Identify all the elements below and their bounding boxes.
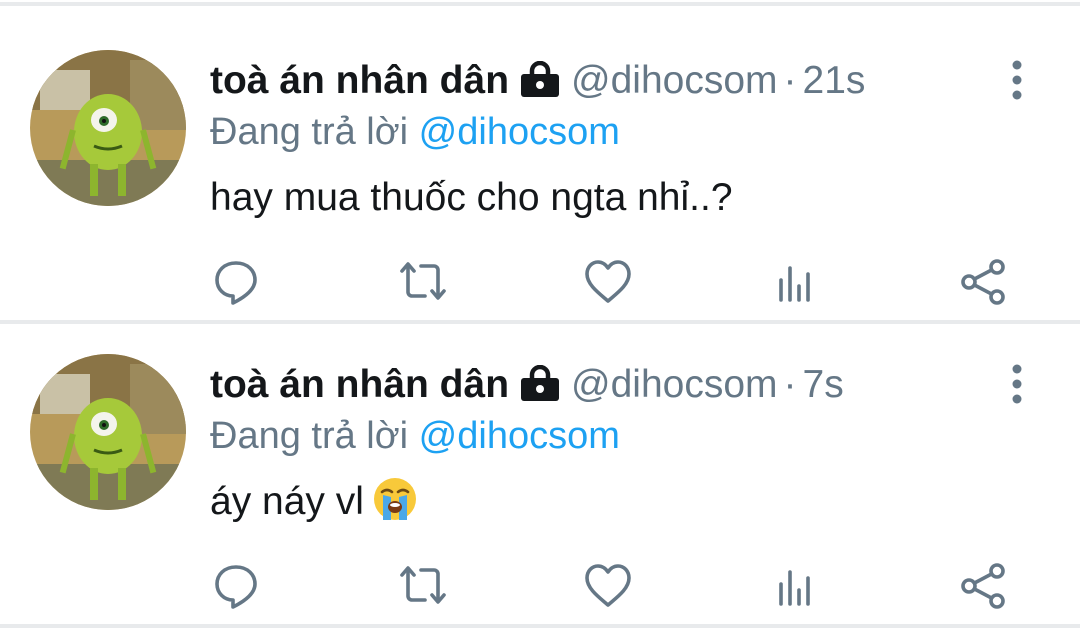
action-bar: [0, 558, 1080, 614]
lock-icon: [519, 60, 561, 110]
tweet-header: toà án nhân dân @dihocsom · 21s: [210, 56, 865, 106]
loudly-crying-face-emoji: [372, 476, 418, 536]
more-vertical-icon[interactable]: [1000, 58, 1034, 102]
reply-context: Đang trả lời @dihocsom: [210, 108, 620, 156]
tweet-text-container: áy náy vl: [210, 476, 418, 528]
reply-icon[interactable]: [208, 254, 264, 310]
heart-icon[interactable]: [580, 254, 636, 310]
more-vertical-icon[interactable]: [1000, 362, 1034, 406]
separator-dot: ·: [783, 363, 797, 406]
avatar[interactable]: [30, 50, 186, 206]
bottom-divider: [0, 624, 1080, 628]
tweet-2[interactable]: toà án nhân dân @dihocsom · 7s Đang trả lời…: [0, 310, 1080, 612]
share-icon[interactable]: [955, 558, 1011, 614]
handle[interactable]: @dihocsom: [571, 59, 778, 102]
analytics-icon[interactable]: [768, 254, 824, 310]
heart-icon[interactable]: [580, 558, 636, 614]
reply-label: Đang trả lời: [210, 111, 409, 153]
timestamp[interactable]: 21s: [803, 59, 866, 102]
tweet-text: áy náy vl: [210, 480, 364, 523]
analytics-icon[interactable]: [768, 558, 824, 614]
reply-to-handle[interactable]: @dihocsom: [419, 111, 620, 153]
lock-icon: [519, 364, 561, 414]
tweet-header: toà án nhân dân @dihocsom · 7s: [210, 360, 844, 410]
action-bar: [0, 254, 1080, 310]
display-name[interactable]: toà án nhân dân: [210, 59, 509, 102]
separator-dot: ·: [783, 59, 797, 102]
avatar-image: [30, 50, 186, 206]
tweet-1[interactable]: toà án nhân dân @dihocsom · 21s Đang trả lờ…: [0, 6, 1080, 308]
reply-icon[interactable]: [208, 558, 264, 614]
share-icon[interactable]: [955, 254, 1011, 310]
reply-context: Đang trả lời @dihocsom: [210, 412, 620, 460]
handle[interactable]: @dihocsom: [571, 363, 778, 406]
tweet-text: hay mua thuốc cho ngta nhỉ..?: [210, 176, 733, 219]
retweet-icon[interactable]: [395, 558, 451, 614]
reply-label: Đang trả lời: [210, 415, 409, 457]
retweet-icon[interactable]: [395, 254, 451, 310]
reply-to-handle[interactable]: @dihocsom: [419, 415, 620, 457]
avatar[interactable]: [30, 354, 186, 510]
display-name[interactable]: toà án nhân dân: [210, 363, 509, 406]
timestamp[interactable]: 7s: [803, 363, 844, 406]
avatar-image: [30, 354, 186, 510]
